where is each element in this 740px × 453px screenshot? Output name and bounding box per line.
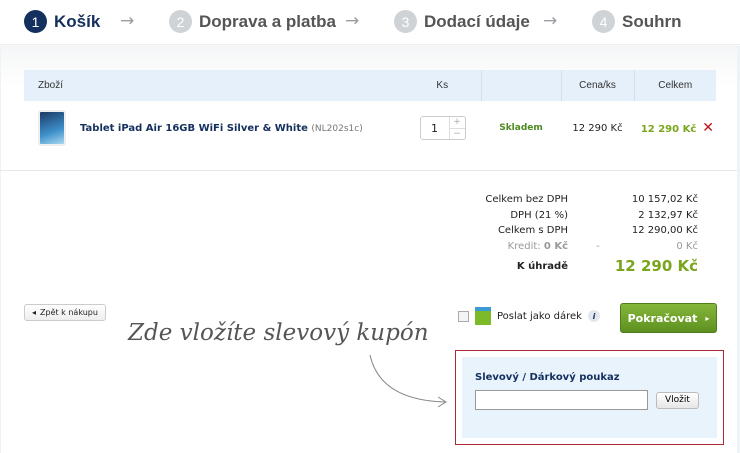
arrow-right-icon: → bbox=[543, 11, 558, 31]
apply-coupon-button[interactable]: Vložit bbox=[656, 391, 699, 409]
vat-value: 2 132,97 Kč bbox=[638, 209, 698, 221]
total-with-vat-label: Celkem s DPH bbox=[497, 225, 568, 237]
cart-table: Zboží Ks Cena/ks Celkem Tablet iPad Air … bbox=[24, 70, 716, 155]
step-number: 2 bbox=[169, 10, 192, 33]
step-label: Košík bbox=[54, 11, 101, 31]
caret-left-icon: ◂ bbox=[32, 308, 37, 317]
minus-icon[interactable]: − bbox=[449, 127, 465, 140]
back-to-shop-button[interactable]: ◂ Zpět k nákupu bbox=[24, 304, 106, 321]
gift-icon bbox=[475, 307, 491, 325]
product-code: (NL202s1c) bbox=[311, 123, 363, 134]
unit-price: 12 290 Kč bbox=[572, 122, 623, 134]
to-pay-label: K úhradě bbox=[516, 260, 568, 272]
table-row: Tablet iPad Air 16GB WiFi Silver & White… bbox=[24, 101, 716, 155]
divider bbox=[0, 170, 737, 171]
product-name[interactable]: Tablet iPad Air 16GB WiFi Silver & White… bbox=[80, 123, 363, 134]
coupon-box: Slevový / Dárkový poukaz Vložit bbox=[455, 350, 724, 445]
credit-dash: - bbox=[596, 240, 600, 252]
step-summary[interactable]: 4 Souhrn bbox=[592, 10, 682, 33]
step-shipping[interactable]: 2 Doprava a platba bbox=[169, 10, 336, 33]
table-header: Zboží Ks Cena/ks Celkem bbox=[24, 70, 716, 101]
coupon-input[interactable] bbox=[475, 390, 648, 410]
coupon-hint-annotation: Zde vložíte slevový kupón bbox=[128, 320, 429, 346]
quantity-stepper[interactable]: 1 + − bbox=[419, 116, 466, 140]
step-label: Doprava a platba bbox=[199, 11, 336, 31]
arrow-right-icon: → bbox=[345, 11, 360, 31]
col-qty: Ks bbox=[404, 70, 481, 101]
caret-right-icon: ▸ bbox=[705, 313, 710, 323]
total-with-vat: 12 290,00 Kč bbox=[631, 225, 698, 237]
col-price: Cena/ks bbox=[560, 70, 634, 101]
gift-label: Poslat jako dárek bbox=[497, 310, 582, 322]
back-label: Zpět k nákupu bbox=[40, 308, 98, 317]
total-no-vat-label: Celkem bez DPH bbox=[485, 194, 568, 206]
credit-amount: 0 Kč bbox=[543, 240, 568, 252]
stock-status: Skladem bbox=[499, 123, 543, 133]
row-total: 12 290 Kč bbox=[640, 124, 697, 135]
step-label: Dodací údaje bbox=[424, 11, 530, 31]
info-icon[interactable]: i bbox=[587, 310, 600, 322]
annotation-arrow-icon bbox=[369, 354, 447, 408]
step-number: 4 bbox=[592, 10, 615, 33]
product-image[interactable] bbox=[38, 110, 66, 146]
quantity-input[interactable]: 1 bbox=[421, 117, 449, 139]
gift-checkbox[interactable] bbox=[458, 310, 469, 322]
credit-value: 0 Kč bbox=[676, 240, 698, 252]
total-no-vat: 10 157,02 Kč bbox=[631, 194, 698, 206]
credit-label: Kredit: bbox=[507, 240, 541, 252]
order-totals: Celkem bez DPH 10 157,02 Kč DPH (21 %) 2 1… bbox=[470, 192, 698, 278]
step-label: Souhrn bbox=[622, 11, 682, 31]
continue-button[interactable]: Pokračovat ▸ bbox=[620, 303, 717, 333]
remove-icon[interactable]: ✕ bbox=[702, 120, 714, 136]
step-delivery[interactable]: 3 Dodací údaje bbox=[394, 10, 530, 33]
to-pay-value: 12 290 Kč bbox=[614, 257, 698, 275]
continue-label: Pokračovat bbox=[627, 311, 698, 325]
step-number: 3 bbox=[394, 10, 417, 33]
checkout-steps: 1 Košík → 2 Doprava a platba → 3 Dodací úda… bbox=[0, 0, 740, 45]
gift-option: Poslat jako dárek i bbox=[458, 307, 600, 325]
plus-icon[interactable]: + bbox=[450, 117, 465, 128]
arrow-right-icon: → bbox=[120, 11, 135, 31]
col-stock bbox=[480, 70, 561, 101]
coupon-title: Slevový / Dárkový poukaz bbox=[475, 372, 620, 383]
step-cart[interactable]: 1 Košík bbox=[24, 10, 100, 33]
col-item: Zboží bbox=[24, 70, 404, 101]
col-total: Celkem bbox=[633, 70, 716, 101]
step-number: 1 bbox=[24, 10, 47, 33]
vat-label: DPH (21 %) bbox=[510, 209, 568, 221]
